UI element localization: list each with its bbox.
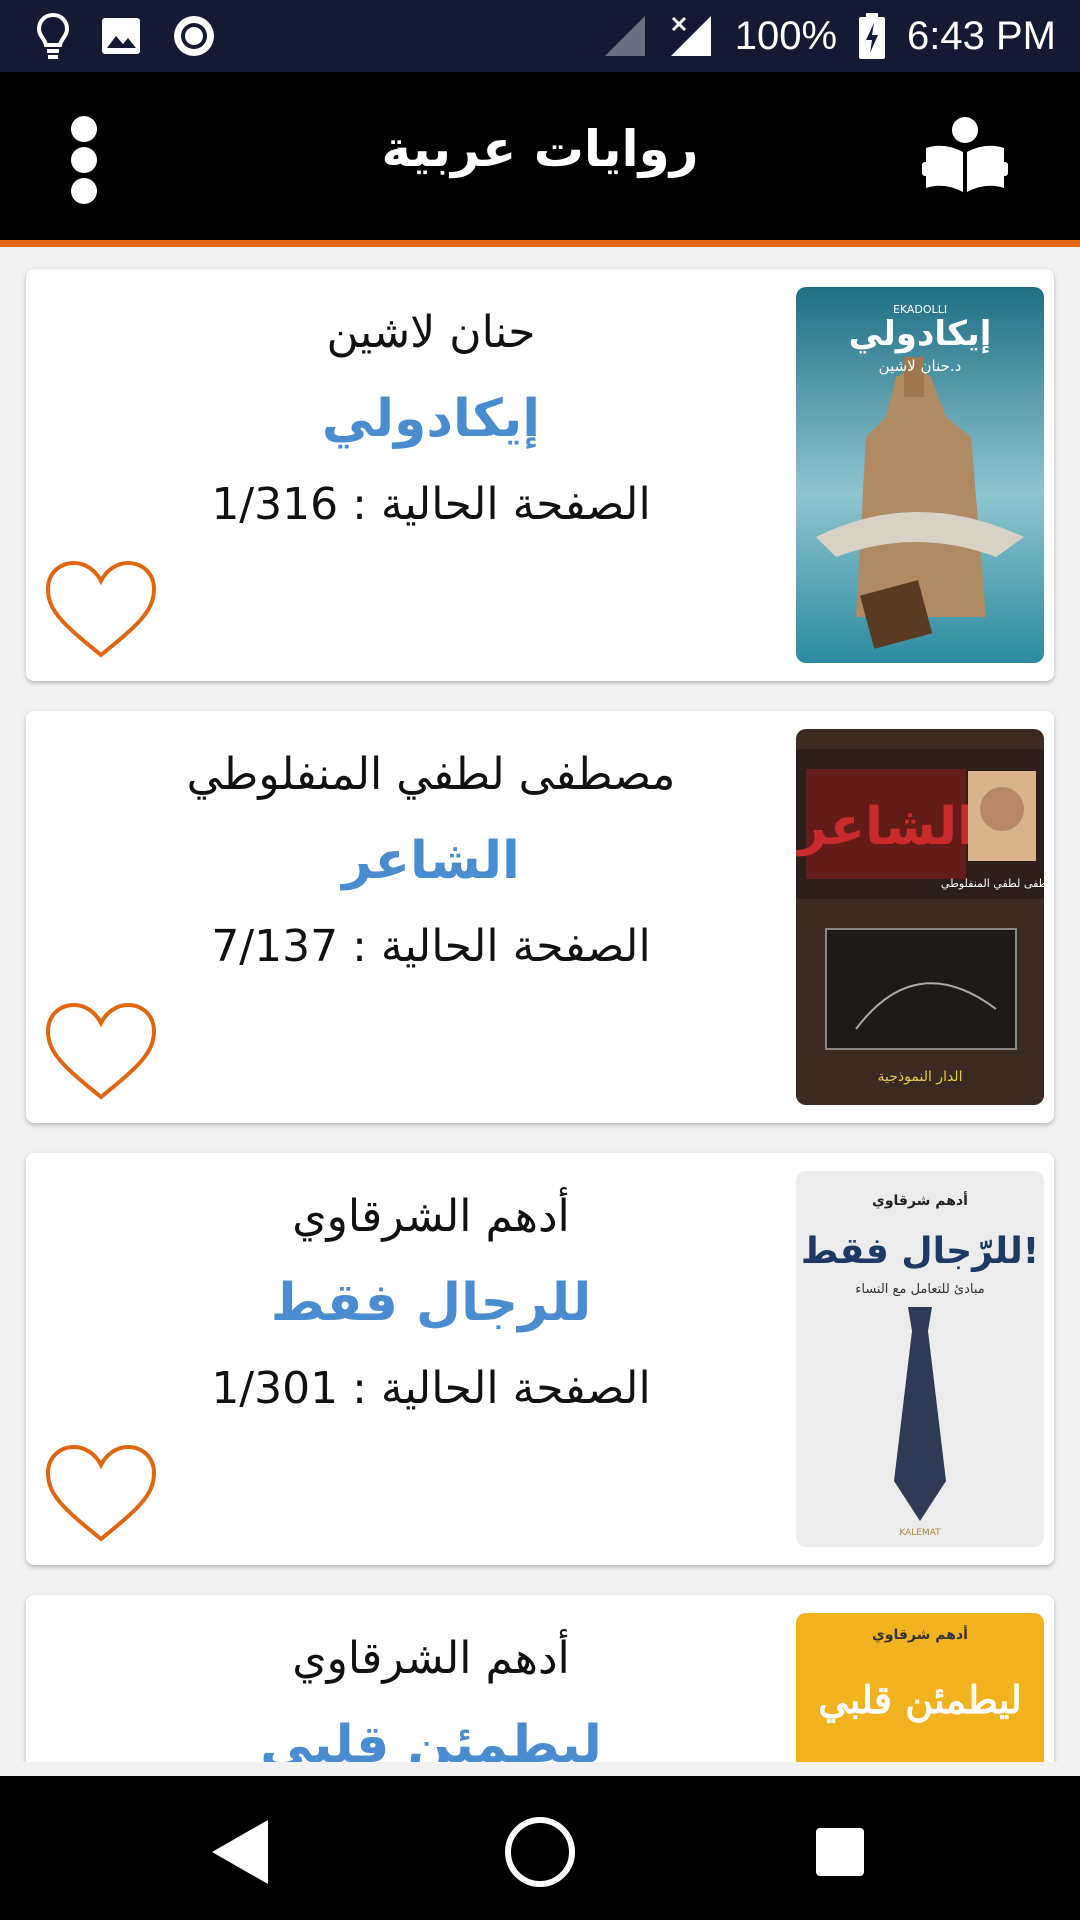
book-author: أدهم الشرقاوي [292, 1191, 570, 1242]
cover-title: إيكادولي [849, 314, 992, 354]
cover-publisher: الدار النموذجية [878, 1069, 963, 1085]
current-page: 1/301 الصفحة الحالية : [46, 1363, 816, 1414]
book-title[interactable]: للرجال فقط [46, 1273, 816, 1333]
page-value: 1/301 [211, 1363, 339, 1414]
book-cover: أدهم شرقاوي ليطمئن قلبي [796, 1613, 1044, 1762]
current-page: 7/137 الصفحة الحالية : [46, 921, 816, 972]
cover-subtitle: مبادئ للتعامل مع النساء [855, 1282, 985, 1297]
book-card[interactable]: EKADOLLI إيكادولي د.حنان لاشين حنان لاشي… [26, 269, 1054, 681]
battery-percent: 100% [734, 13, 838, 58]
page-label: الصفحة الحالية : [352, 1363, 651, 1414]
heart-icon[interactable] [44, 559, 158, 663]
lightbulb-icon [36, 12, 70, 59]
book-title[interactable]: ليطمئن قلبي [46, 1715, 816, 1762]
record-icon [174, 16, 214, 56]
battery-charging-icon [859, 13, 886, 59]
app-bar: روايات عربية [0, 72, 1080, 240]
book-cover: أدهم شرقاوي للرّجال فقط! مبادئ للتعامل م… [796, 1171, 1044, 1547]
signal-icon [604, 16, 645, 56]
book-cover: الشاعر مصطفى لطفي المنفلوطي الدار النموذ… [796, 729, 1044, 1105]
home-icon[interactable] [500, 1812, 580, 1892]
system-nav-bar [0, 1776, 1080, 1920]
cover-title: ليطمئن قلبي [818, 1677, 1022, 1723]
back-icon[interactable] [200, 1812, 280, 1892]
book-author: حنان لاشين [326, 307, 536, 358]
book-card[interactable]: أدهم شرقاوي ليطمئن قلبي أدهم الشرقاوي لي… [26, 1595, 1054, 1762]
cover-author: د.حنان لاشين [879, 357, 962, 375]
no-signal-icon [670, 16, 711, 56]
book-title[interactable]: الشاعر [46, 831, 816, 891]
page-value: 1/316 [211, 479, 339, 530]
status-bar: 100% 6:43 PM [0, 0, 1080, 72]
book-title[interactable]: إيكادولي [46, 389, 816, 449]
cover-publisher: KALEMAT [899, 1528, 941, 1538]
cover-author: أدهم شرقاوي [872, 1625, 968, 1644]
appbar-accent-line [0, 240, 1080, 247]
cover-title: للرّجال فقط! [801, 1231, 1039, 1272]
cover-author: مصطفى لطفي المنفلوطي [941, 877, 1044, 890]
page-title: روايات عربية [381, 120, 699, 178]
heart-icon[interactable] [44, 1443, 158, 1547]
current-page: 1/316 الصفحة الحالية : [46, 479, 816, 530]
heart-icon[interactable] [44, 1001, 158, 1105]
book-list: EKADOLLI إيكادولي د.حنان لاشين حنان لاشي… [0, 247, 1080, 1762]
book-author: أدهم الشرقاوي [292, 1633, 570, 1684]
image-icon [102, 18, 140, 54]
book-author: مصطفى لطفي المنفلوطي [186, 749, 676, 800]
recents-icon[interactable] [800, 1812, 880, 1892]
book-cover: EKADOLLI إيكادولي د.حنان لاشين [796, 287, 1044, 663]
cover-title: الشاعر [796, 797, 975, 857]
page-label: الصفحة الحالية : [352, 479, 651, 530]
book-card[interactable]: الشاعر مصطفى لطفي المنفلوطي الدار النموذ… [26, 711, 1054, 1123]
page-label: الصفحة الحالية : [352, 921, 651, 972]
reading-icon[interactable] [922, 112, 1008, 198]
book-card[interactable]: أدهم شرقاوي للرّجال فقط! مبادئ للتعامل م… [26, 1153, 1054, 1565]
page-value: 7/137 [211, 921, 339, 972]
clock: 6:43 PM [907, 13, 1056, 58]
cover-author: أدهم شرقاوي [872, 1191, 968, 1210]
